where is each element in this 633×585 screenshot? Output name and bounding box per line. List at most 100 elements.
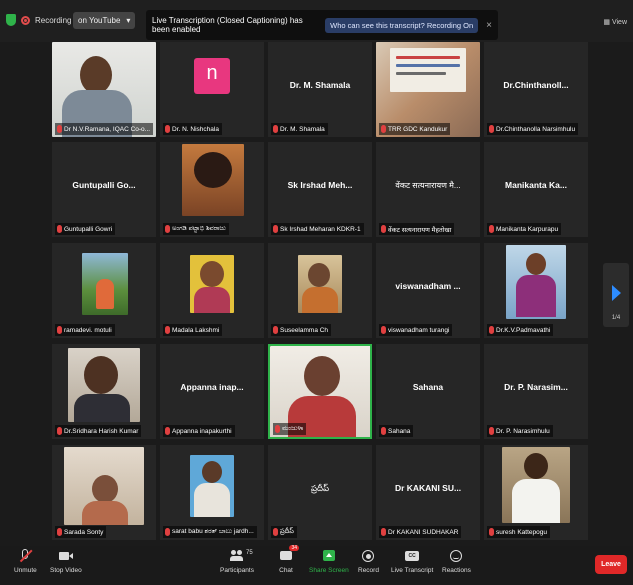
participant-display-name: viswanadham ... [395,281,461,291]
participant-tile[interactable]: Manikanta Ka... Manikanta Karpurapu [484,142,588,237]
muted-mic-icon [489,326,494,334]
smiley-icon [449,549,463,563]
banner-text-line [396,56,460,59]
participant-name: ಮಂಜುಳಾ [273,423,307,435]
participant-name: Dr. P. Narasimhulu [487,425,553,437]
participant-display-name: Dr. P. Narasim... [504,382,568,392]
chat-button[interactable]: 34 Chat [279,545,299,574]
muted-mic-icon [381,125,386,133]
top-bar: Recording on YouTube ▾ Live Transcriptio… [0,0,633,42]
active-speaker-tile[interactable]: ಮಂಜುಳಾ [268,344,372,439]
person-head [304,356,340,396]
participant-tile[interactable]: वेंकट सत्यनारायण मै... वेंकट सत्यनारायण … [376,142,480,237]
person-head [200,261,224,287]
person-head [80,56,112,94]
participant-tile[interactable]: sarat babu ಶರತ್ ಬಾಬು jardh... [160,445,264,540]
participant-name: Dr.Sridhara Harish Kumar [55,425,142,437]
muted-mic-icon [273,125,278,133]
participant-tile[interactable]: n Dr. N. Nishchala [160,42,264,137]
participant-tile[interactable]: TRR GDC Kandukur [376,42,480,137]
person-body [74,394,130,422]
live-on-youtube-button[interactable]: on YouTube ▾ [73,12,136,29]
security-shield-icon[interactable] [6,14,16,26]
recording-indicator[interactable]: Recording [6,12,71,28]
zoom-meeting-window: Recording on YouTube ▾ Live Transcriptio… [0,0,633,585]
participant-tile[interactable]: Appanna inap... Appanna inapakurthi [160,344,264,439]
participant-tile[interactable]: Dr.Sridhara Harish Kumar [52,344,156,439]
chevron-right-icon [612,285,621,301]
page-indicator: 1/4 [611,315,621,321]
live-transcript-button[interactable]: CC Live Transcript [391,549,433,574]
muted-mic-icon [489,225,494,233]
participant-tile[interactable]: Sahana Sahana [376,344,480,439]
participant-name: Sahana [379,425,414,437]
participant-tile[interactable]: Dr. P. Narasim... Dr. P. Narasimhulu [484,344,588,439]
who-can-see-button[interactable]: Who can see this transcript? Recording O… [325,17,479,33]
unmute-button[interactable]: Unmute [14,549,37,574]
banner-text-line [396,72,446,75]
record-icon [361,549,375,563]
person-body [194,287,230,313]
participant-name: TRR GDC Kandukur [379,123,451,135]
participants-button[interactable]: 75 Participants [220,549,254,574]
participant-display-name: ప్రదీప్ [310,483,330,493]
participant-display-name: Dr. M. Shamala [289,80,351,90]
muted-mic-icon [381,225,386,233]
participant-tile[interactable]: Dr KAKANI SU... Dr KAKANI SUDHAKAR [376,445,480,540]
participant-name: Guntupalli Gowri [55,223,116,235]
participant-name: वेंकट सत्यनारायण मैहतोखा [379,223,455,235]
chat-icon: 34 [279,545,299,563]
next-page-button[interactable]: 1/4 [603,263,629,327]
reactions-button[interactable]: Reactions [442,549,471,574]
meeting-toolbar: Unmute Stop Video 75 Participants 34 Cha [0,545,633,585]
participant-tile[interactable]: Guntupalli Go... Guntupalli Gowri [52,142,156,237]
participant-name: Dr.Chinthanolla Narsimhulu [487,123,579,135]
record-button[interactable]: Record [358,549,379,574]
muted-mic-icon [381,427,386,435]
muted-mic-icon [273,528,278,536]
participant-name: Manikanta Karpurapu [487,223,562,235]
participant-tile[interactable]: ಅಂಗಡಿ ಪಟ್ಟಾಭಿ ಶಿವರಾಜು [160,142,264,237]
muted-mic-icon [381,528,386,536]
participant-name: Dr KAKANI SUDHAKAR [379,526,462,538]
participant-display-name: Dr.Chinthanoll... [503,80,569,90]
banner-text: Live Transcription (Closed Captioning) h… [152,16,303,34]
participant-name: Dr. N. Nishchala [163,123,222,135]
participant-name: sarat babu ಶರತ್ ಬಾಬು jardh... [163,526,257,538]
participant-display-name: Sahana [412,382,444,392]
participant-display-name: वेंकट सत्यनारायण मै... [395,181,461,190]
person-body [194,483,230,517]
participant-display-name: Manikanta Ka... [505,180,567,190]
participant-tile[interactable]: Sarada Sonty [52,445,156,540]
participant-name: ramadevi. motuli [55,324,115,336]
transcription-banner: Live Transcription (Closed Captioning) h… [146,10,498,40]
person-figure [96,279,114,309]
grid-icon: ▦ [603,19,612,26]
participant-tile[interactable]: viswanadham ... viswanadham turangi [376,243,480,338]
participant-name: Sarada Sonty [55,526,107,538]
person-head [202,461,222,483]
participant-tile[interactable]: ప్రదీప్ ప్రదీప్ [268,445,372,540]
participant-tile[interactable]: Dr. M. Shamala Dr. M. Shamala [268,42,372,137]
participant-tile[interactable]: Suseelamma Ch [268,243,372,338]
leave-button[interactable]: Leave [595,555,627,574]
person-body [82,501,128,525]
participant-name: suresh Kattepogu [487,526,550,538]
person-head [194,152,232,188]
participant-tile[interactable]: Dr.Chinthanoll... Dr.Chinthanolla Narsim… [484,42,588,137]
muted-mic-icon [165,225,170,233]
stop-video-button[interactable]: Stop Video [50,549,82,574]
participant-tile[interactable]: Sk Irshad Meh... Sk Irshad Meharan KDKR-… [268,142,372,237]
participant-tile[interactable]: ramadevi. motuli [52,243,156,338]
muted-mic-icon [165,125,170,133]
participant-tile[interactable]: Dr N.V.Ramana, IQAC Co-o... [52,42,156,137]
participant-tile[interactable]: Madala Lakshmi [160,243,264,338]
view-button[interactable]: ▦ View [603,18,627,26]
video-camera-icon [58,549,73,563]
close-icon[interactable]: × [486,20,492,31]
share-screen-button[interactable]: Share Screen [309,549,349,574]
participant-tile[interactable]: suresh Kattepogu [484,445,588,540]
participant-name: ಅಂಗಡಿ ಪಟ್ಟಾಭಿ ಶಿವರಾಜು [163,223,229,235]
recording-dot-icon [21,15,30,25]
participant-tile[interactable]: Dr.K.V.Padmavathi [484,243,588,338]
